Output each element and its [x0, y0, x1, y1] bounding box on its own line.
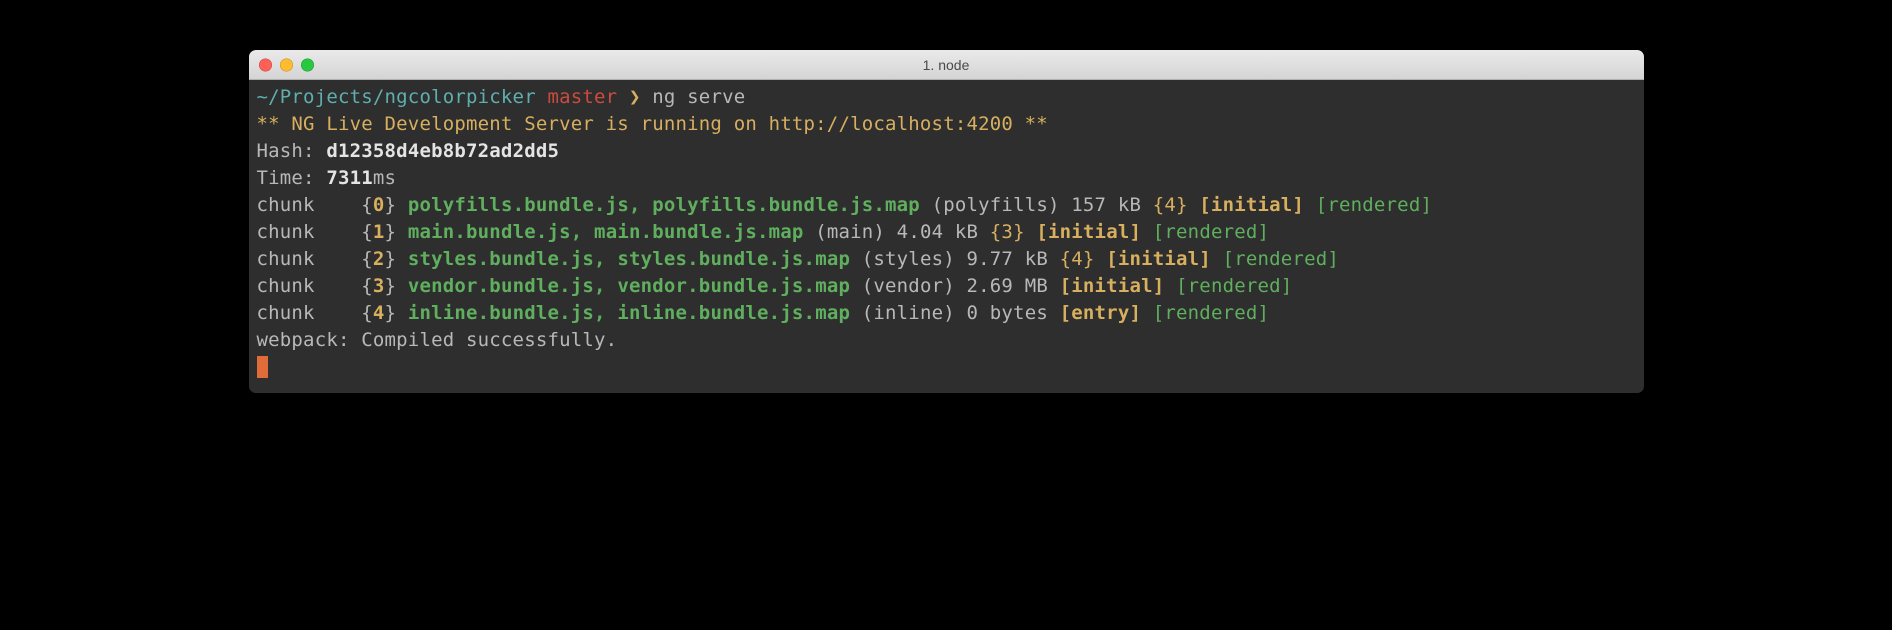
close-icon[interactable] [259, 58, 272, 71]
prompt-path: ~/Projects/ngcolorpicker [257, 86, 536, 108]
window-title: 1. node [923, 57, 970, 73]
chunk-line: chunk {3} vendor.bundle.js, vendor.bundl… [257, 275, 1293, 297]
time-label: Time: [257, 167, 327, 189]
command: ng serve [652, 86, 745, 108]
traffic-lights [259, 58, 314, 71]
prompt-branch: master [547, 86, 617, 108]
cursor-icon [257, 356, 268, 378]
hash-label: Hash: [257, 140, 327, 162]
terminal-window: 1. node ~/Projects/ngcolorpicker master … [249, 50, 1644, 393]
minimize-icon[interactable] [280, 58, 293, 71]
chunk-line: chunk {4} inline.bundle.js, inline.bundl… [257, 302, 1270, 324]
server-banner: ** NG Live Development Server is running… [257, 113, 1048, 135]
webpack-status: webpack: Compiled successfully. [257, 329, 618, 351]
zoom-icon[interactable] [301, 58, 314, 71]
chunk-line: chunk {2} styles.bundle.js, styles.bundl… [257, 248, 1339, 270]
window-titlebar: 1. node [249, 50, 1644, 80]
chunk-line: chunk {1} main.bundle.js, main.bundle.js… [257, 221, 1270, 243]
time-unit: ms [373, 167, 396, 189]
hash-value: d12358d4eb8b72ad2dd5 [326, 140, 559, 162]
time-value: 7311 [326, 167, 373, 189]
prompt-arrow: ❯ [629, 86, 641, 108]
terminal-body[interactable]: ~/Projects/ngcolorpicker master ❯ ng ser… [249, 80, 1644, 393]
chunk-line: chunk {0} polyfills.bundle.js, polyfills… [257, 194, 1433, 216]
